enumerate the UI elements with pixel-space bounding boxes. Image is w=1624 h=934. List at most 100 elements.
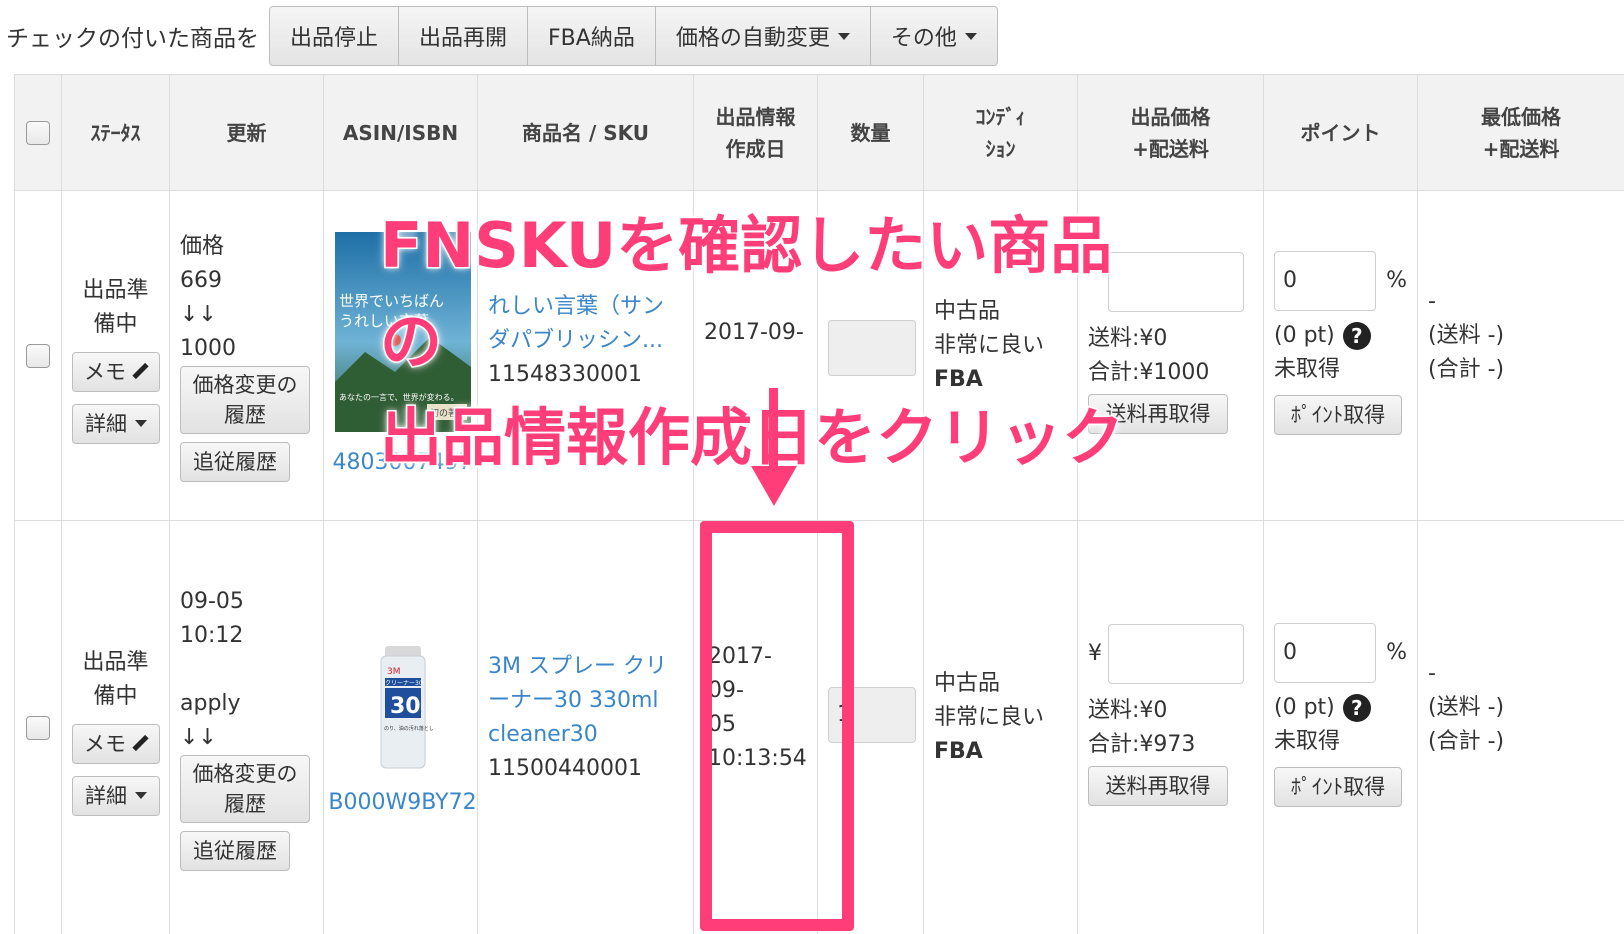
status-text: 出品準 備中	[82, 649, 149, 709]
condition-cell: 中古品 非常に良い FBA	[923, 190, 1078, 521]
table-header-row: ｽﾃｰﾀｽ 更新 ASIN/ISBN 商品名 / SKU 出品情報 作成日 数量 …	[14, 74, 1624, 191]
percent-label: %	[1386, 267, 1407, 293]
memo-button[interactable]: メモ	[72, 723, 160, 764]
price-input[interactable]	[1108, 251, 1244, 312]
point-status: 未取得	[1274, 356, 1341, 382]
price-input[interactable]	[1108, 623, 1244, 684]
update-cell: 09-05 10:12 apply ↓↓ 価格変更の 履歴 追従履歴	[169, 520, 324, 934]
select-all-checkbox[interactable]	[26, 120, 50, 145]
can-number: 30	[390, 694, 421, 719]
product-name-link[interactable]: 3M スプレー クリ ーナー30 330ml cleaner30	[488, 650, 683, 752]
asin-cell: 3M クリーナー30 30 のり、油の汚れ落とし B000W9BY72	[323, 520, 478, 934]
pencil-icon	[132, 364, 148, 380]
can-label: クリーナー30	[385, 680, 423, 687]
product-name-link[interactable]: れしい言葉（サン ダパブリッシン...	[488, 290, 683, 358]
asin-link[interactable]: 4803007497	[328, 446, 477, 480]
point-amount: (0 pt)	[1274, 694, 1335, 720]
arrow-down-icon	[751, 466, 797, 506]
caret-down-icon	[135, 420, 147, 427]
price-history-button[interactable]: 価格変更の 履歴	[180, 754, 310, 823]
follow-history-button[interactable]: 追従履歴	[180, 830, 290, 871]
memo-button[interactable]: メモ	[72, 351, 160, 392]
quantity-input[interactable]: 1	[828, 686, 916, 743]
question-circle-icon[interactable]: ?	[1342, 321, 1371, 350]
status-cell: 出品準 備中 メモ 詳細	[61, 520, 170, 934]
annotation-arrow-shaft	[769, 388, 778, 472]
total-text: 合計:¥1000	[1088, 359, 1210, 385]
book-cover-tag: 初の著書	[430, 407, 466, 419]
quantity-input[interactable]	[828, 319, 916, 376]
get-points-button[interactable]: ﾎﾟｲﾝﾄ取得	[1274, 766, 1402, 807]
listing-table: ｽﾃｰﾀｽ 更新 ASIN/ISBN 商品名 / SKU 出品情報 作成日 数量 …	[14, 74, 1624, 934]
header-points[interactable]: ポイント	[1263, 74, 1418, 191]
status-cell: 出品準 備中 メモ 詳細	[61, 190, 170, 521]
other-actions-dropdown[interactable]: その他	[871, 7, 997, 65]
row-checkbox[interactable]	[26, 343, 50, 368]
header-status[interactable]: ｽﾃｰﾀｽ	[61, 74, 170, 191]
get-points-button[interactable]: ﾎﾟｲﾝﾄ取得	[1274, 394, 1402, 435]
header-asin[interactable]: ASIN/ISBN	[323, 74, 478, 191]
caret-down-icon	[964, 32, 977, 40]
resume-listing-button[interactable]: 出品再開	[399, 7, 529, 65]
created-date-cell[interactable]: 2017-09- 05 10:13:54	[693, 520, 818, 934]
quantity-cell: 1	[817, 520, 924, 934]
status-text: 出品準 備中	[82, 277, 149, 337]
product-thumbnail[interactable]: 世界でいちばん うれしい言葉 あなたの一言で、世界が変わる。 初の著書	[334, 231, 471, 432]
lowest-price-cell: - (送料 -) (合計 -)	[1417, 520, 1624, 934]
created-date-link[interactable]: 2017-09- 05 10:13:54	[704, 640, 807, 776]
point-input[interactable]: 0	[1274, 250, 1377, 311]
product-thumbnail[interactable]: 3M クリーナー30 30 のり、油の汚れ落とし	[334, 635, 471, 772]
shipping-text: 送料:¥0	[1088, 697, 1168, 723]
can-brand: 3M	[387, 667, 401, 677]
row-checkbox[interactable]	[26, 715, 50, 740]
name-sku-cell: れしい言葉（サン ダパブリッシン... 11548330001	[477, 190, 694, 521]
header-price-shipping[interactable]: 出品価格 +配送料	[1077, 74, 1264, 191]
point-input[interactable]: 0	[1274, 622, 1377, 683]
detail-dropdown[interactable]: 詳細	[72, 775, 160, 816]
points-cell: 0 % (0 pt)? 未取得 ﾎﾟｲﾝﾄ取得	[1263, 520, 1418, 934]
bulk-action-label: チェックの付いた商品を	[6, 26, 259, 52]
sku-text: 11548330001	[488, 361, 642, 387]
refetch-shipping-button[interactable]: 送料再取得	[1088, 393, 1228, 434]
table-row: 出品準 備中 メモ 詳細 価格 669 ↓↓ 1000 価格変更の 履歴 追従履歴 …	[14, 190, 1624, 521]
header-condition[interactable]: ｺﾝﾃﾞｨ ｼｮﾝ	[923, 74, 1078, 191]
lowest-price-cell: - (送料 -) (合計 -)	[1417, 190, 1624, 521]
price-cell: ¥ 送料:¥0 合計:¥973 送料再取得	[1077, 520, 1264, 934]
can-description: のり、油の汚れ落とし	[384, 725, 434, 732]
asin-cell: 世界でいちばん うれしい言葉 あなたの一言で、世界が変わる。 初の著書 4803…	[323, 190, 478, 521]
header-quantity[interactable]: 数量	[817, 74, 924, 191]
refetch-shipping-button[interactable]: 送料再取得	[1088, 765, 1228, 806]
pencil-icon	[132, 736, 148, 752]
select-all-cell	[14, 74, 62, 191]
header-lowest-price[interactable]: 最低価格 +配送料	[1417, 74, 1624, 191]
caret-down-icon	[837, 32, 850, 40]
point-status: 未取得	[1274, 728, 1341, 754]
header-update[interactable]: 更新	[169, 74, 324, 191]
price-history-button[interactable]: 価格変更の 履歴	[180, 365, 310, 434]
quantity-cell	[817, 190, 924, 521]
question-circle-icon[interactable]: ?	[1342, 693, 1371, 722]
table-row: 出品準 備中 メモ 詳細 09-05 10:12 apply ↓↓ 価格変更の 履歴…	[14, 520, 1624, 934]
header-created-date[interactable]: 出品情報 作成日	[693, 74, 818, 191]
asin-link[interactable]: B000W9BY72	[328, 786, 477, 820]
book-cover-title-2: うれしい言葉	[339, 312, 429, 330]
condition-cell: 中古品 非常に良い FBA	[923, 520, 1078, 934]
row-select-cell	[14, 190, 62, 521]
point-amount: (0 pt)	[1274, 322, 1335, 348]
bulk-action-toolbar: チェックの付いた商品を 出品停止 出品再開 FBA納品 価格の自動変更 その他	[6, 6, 998, 66]
book-cover-title-1: 世界でいちばん	[339, 292, 444, 310]
price-cell: 送料:¥0 合計:¥1000 送料再取得	[1077, 190, 1264, 521]
header-name-sku[interactable]: 商品名 / SKU	[477, 74, 694, 191]
percent-label: %	[1386, 639, 1407, 665]
sku-text: 11500440001	[488, 755, 642, 781]
points-cell: 0 % (0 pt)? 未取得 ﾎﾟｲﾝﾄ取得	[1263, 190, 1418, 521]
auto-price-change-dropdown[interactable]: 価格の自動変更	[656, 7, 871, 65]
fba-inbound-button[interactable]: FBA納品	[528, 7, 656, 65]
stop-listing-button[interactable]: 出品停止	[270, 7, 400, 65]
book-cover-subtitle: あなたの一言で、世界が変わる。	[339, 392, 459, 402]
total-text: 合計:¥973	[1088, 731, 1196, 757]
follow-history-button[interactable]: 追従履歴	[180, 441, 290, 482]
detail-dropdown[interactable]: 詳細	[72, 403, 160, 444]
created-date-link[interactable]: 2017-09-	[704, 316, 807, 350]
update-cell: 価格 669 ↓↓ 1000 価格変更の 履歴 追従履歴	[169, 190, 324, 521]
